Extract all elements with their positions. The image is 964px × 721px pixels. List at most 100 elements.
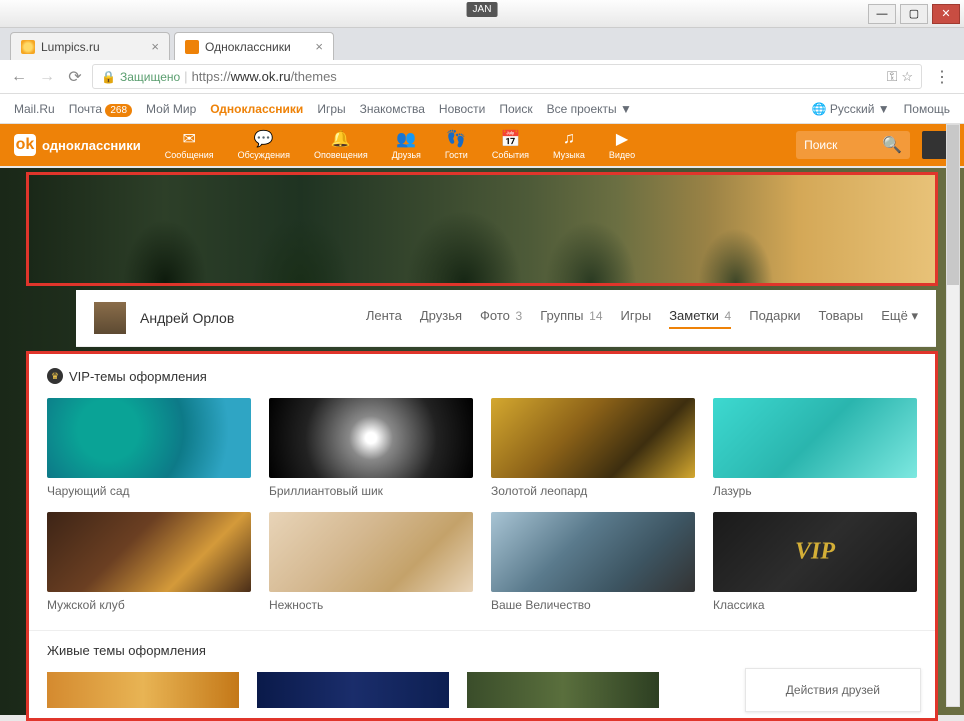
address-bar: ← → ⟳ 🔒 Защищено | https://www.ok.ru/the… [0, 60, 964, 94]
theme-thumb [491, 512, 695, 592]
theme-thumb[interactable] [467, 672, 659, 708]
theme-thumb [47, 512, 251, 592]
theme-label: Золотой леопард [491, 484, 695, 498]
nav-video[interactable]: ▶Видео [599, 128, 645, 162]
mailru-bar: Mail.Ru Почта 268 Мой Мир Одноклассники … [0, 94, 964, 124]
theme-item[interactable]: Нежность [269, 512, 473, 612]
theme-label: Нежность [269, 598, 473, 612]
url-field[interactable]: 🔒 Защищено | https://www.ok.ru/themes ⚿ … [92, 64, 922, 89]
theme-label: Классика [713, 598, 917, 612]
theme-thumb [713, 398, 917, 478]
cover-highlight [26, 172, 938, 286]
ok-logo-icon: ok [14, 134, 36, 156]
theme-thumb[interactable] [257, 672, 449, 708]
bell-icon: 🔔 [331, 130, 351, 148]
theme-item[interactable]: Мужской клуб [47, 512, 251, 612]
tab-title: Lumpics.ru [41, 40, 100, 54]
friends-actions-panel[interactable]: Действия друзей [745, 668, 921, 712]
search-box[interactable]: 🔍 [796, 131, 910, 159]
ok-logo-text: одноклассники [42, 138, 141, 153]
minimize-button[interactable]: — [868, 4, 896, 24]
nav-events[interactable]: 📅События [482, 128, 539, 162]
reload-button[interactable]: ⟳ [64, 66, 86, 88]
ok-header: ok одноклассники ✉Сообщения 💬Обсуждения … [0, 124, 964, 166]
theme-label: Бриллиантовый шик [269, 484, 473, 498]
forward-button[interactable]: → [36, 66, 58, 88]
window-badge: JAN [467, 2, 498, 17]
profile-cover[interactable] [29, 175, 935, 283]
profile-name[interactable]: Андрей Орлов [140, 310, 234, 326]
crown-icon: ♛ [47, 368, 63, 384]
theme-item[interactable]: Классика [713, 512, 917, 612]
ok-logo[interactable]: ok одноклассники [14, 134, 141, 156]
back-button[interactable]: ← [8, 66, 30, 88]
tab-notes[interactable]: Заметки 4 [669, 308, 731, 329]
vertical-scrollbar[interactable] [946, 124, 960, 707]
tab-photos[interactable]: Фото 3 [480, 308, 522, 329]
url-protocol: https:// [192, 69, 231, 84]
mailru-link-search[interactable]: Поиск [499, 102, 532, 116]
tab-close-icon[interactable]: × [315, 39, 323, 54]
mailru-link-ok[interactable]: Одноклассники [210, 102, 303, 116]
tab-gifts[interactable]: Подарки [749, 308, 800, 329]
mailru-link-news[interactable]: Новости [439, 102, 485, 116]
url-host: www.ok.ru [231, 69, 291, 84]
language-selector[interactable]: 🌐 Русский ▼ [812, 102, 890, 116]
theme-thumb[interactable] [47, 672, 239, 708]
theme-label: Мужской клуб [47, 598, 251, 612]
favicon-icon [21, 40, 35, 54]
mailru-link-mailru[interactable]: Mail.Ru [14, 102, 55, 116]
play-icon: ▶ [616, 130, 628, 148]
search-icon[interactable]: 🔍 [882, 135, 902, 155]
tab-title: Одноклассники [205, 40, 291, 54]
browser-tab-ok[interactable]: Одноклассники × [174, 32, 334, 60]
footsteps-icon: 👣 [446, 130, 466, 148]
window-titlebar: JAN — ▢ ✕ [0, 0, 964, 28]
nav-friends[interactable]: 👥Друзья [382, 128, 431, 162]
theme-thumb [47, 398, 251, 478]
profile-avatar[interactable] [94, 302, 126, 334]
theme-thumb [269, 398, 473, 478]
star-icon[interactable]: ☆ [901, 69, 913, 85]
help-link[interactable]: Помощь [904, 102, 950, 116]
tab-friends[interactable]: Друзья [420, 308, 462, 329]
browser-tab-lumpics[interactable]: Lumpics.ru × [10, 32, 170, 60]
browser-menu-button[interactable]: ⋮ [928, 67, 956, 87]
close-button[interactable]: ✕ [932, 4, 960, 24]
theme-label: Ваше Величество [491, 598, 695, 612]
favicon-icon [185, 40, 199, 54]
theme-item[interactable]: Чарующий сад [47, 398, 251, 498]
lock-icon: 🔒 [101, 70, 116, 84]
mailru-link-mail[interactable]: Почта 268 [69, 102, 132, 116]
live-section-title: Живые темы оформления [47, 643, 917, 658]
tab-more[interactable]: Ещё ▾ [881, 308, 918, 329]
tab-close-icon[interactable]: × [151, 39, 159, 54]
tab-games[interactable]: Игры [621, 308, 652, 329]
nav-music[interactable]: ♫Музыка [543, 128, 595, 162]
nav-messages[interactable]: ✉Сообщения [155, 128, 224, 162]
theme-item[interactable]: Бриллиантовый шик [269, 398, 473, 498]
themes-section-highlight: ♛ VIP-темы оформления Чарующий сад Брилл… [26, 351, 938, 721]
nav-notifications[interactable]: 🔔Оповещения [304, 128, 378, 162]
mailru-link-games[interactable]: Игры [317, 102, 345, 116]
search-input[interactable] [804, 138, 874, 152]
vip-section-title: ♛ VIP-темы оформления [47, 368, 917, 384]
secure-indicator: 🔒 Защищено [101, 70, 180, 84]
mailru-link-all[interactable]: Все проекты ▼ [547, 102, 632, 116]
theme-item[interactable]: Ваше Величество [491, 512, 695, 612]
theme-label: Чарующий сад [47, 484, 251, 498]
theme-label: Лазурь [713, 484, 917, 498]
music-icon: ♫ [563, 130, 575, 148]
maximize-button[interactable]: ▢ [900, 4, 928, 24]
nav-discussions[interactable]: 💬Обсуждения [228, 128, 300, 162]
mailru-link-mymir[interactable]: Мой Мир [146, 102, 196, 116]
tab-goods[interactable]: Товары [819, 308, 864, 329]
tab-feed[interactable]: Лента [366, 308, 402, 329]
theme-item[interactable]: Золотой леопард [491, 398, 695, 498]
scrollbar-thumb[interactable] [947, 125, 959, 285]
tab-groups[interactable]: Группы 14 [540, 308, 602, 329]
key-icon[interactable]: ⚿ [887, 68, 898, 85]
theme-item[interactable]: Лазурь [713, 398, 917, 498]
nav-guests[interactable]: 👣Гости [435, 128, 478, 162]
mailru-link-dating[interactable]: Знакомства [360, 102, 425, 116]
